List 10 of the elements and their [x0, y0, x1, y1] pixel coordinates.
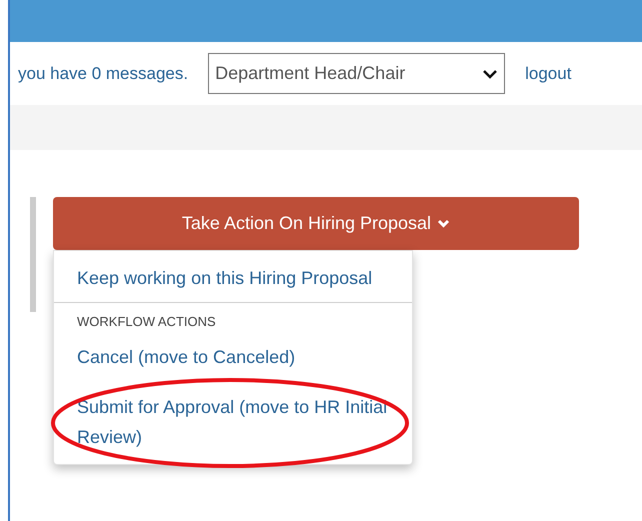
logout-link[interactable]: logout [525, 60, 572, 86]
take-action-button[interactable]: Take Action On Hiring Proposal [53, 197, 579, 250]
menu-item[interactable]: Cancel (move to Canceled) [54, 338, 412, 376]
messages-text: you have 0 messages. [18, 62, 188, 85]
menu-item[interactable]: Keep working on this Hiring Proposal [54, 259, 412, 297]
section-header: WORKFLOW ACTIONS [76, 313, 217, 331]
chevron-down-icon [437, 219, 450, 228]
menu-item[interactable]: Submit for Approval (move to HR Initial Review) [54, 388, 412, 456]
role-select[interactable]: Department Head/Chair [208, 53, 506, 94]
chevron-down-icon [482, 68, 498, 78]
